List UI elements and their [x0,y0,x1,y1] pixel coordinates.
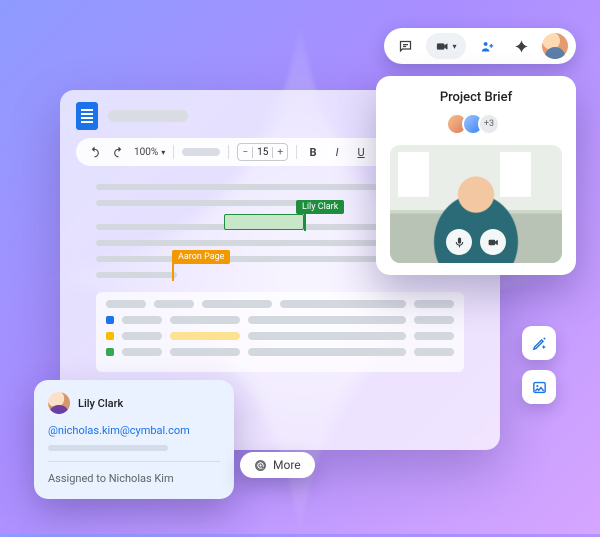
quick-actions-bar: ▾ [384,28,576,64]
participant-overflow-count[interactable]: +3 [478,113,500,135]
meet-card: Project Brief +3 [376,76,576,275]
share-people-icon[interactable] [474,33,500,59]
collab-cursor-lily [304,213,306,231]
mention-more-button[interactable]: More [240,452,315,478]
underline-button[interactable]: U [353,144,369,160]
redo-button[interactable] [110,144,126,160]
comment-card[interactable]: Lily Clark nicholas.kim@cymbal.com Assig… [34,380,234,499]
insert-image-side-button[interactable] [522,370,556,404]
collab-cursor-aaron [172,263,174,281]
comment-assignment: Assigned to Nicholas Kim [48,472,220,485]
profile-avatar[interactable] [542,33,568,59]
comment-mention[interactable]: nicholas.kim@cymbal.com [48,424,190,437]
ai-pen-button[interactable] [522,326,556,360]
meet-controls [446,229,506,255]
zoom-dropdown[interactable]: 100% [134,147,165,158]
comment-author-avatar [48,392,70,414]
collab-tag-lily: Lily Clark [296,200,344,214]
video-call-dropdown[interactable]: ▾ [426,33,466,59]
font-size-value[interactable]: 15 [252,147,273,158]
font-size-increase[interactable]: + [273,147,287,158]
mic-toggle[interactable] [446,229,472,255]
gemini-icon[interactable] [508,33,534,59]
embedded-table[interactable] [96,292,464,372]
undo-button[interactable] [86,144,102,160]
meet-title: Project Brief [390,90,562,105]
bold-button[interactable]: B [305,144,321,160]
meet-video-tile[interactable] [390,145,562,263]
meet-participants[interactable]: +3 [390,113,562,135]
comment-author-name: Lily Clark [78,397,123,410]
chat-icon[interactable] [392,33,418,59]
docs-app-icon [76,102,98,130]
side-insert-buttons [522,326,556,404]
doc-title-placeholder [108,110,188,122]
camera-toggle[interactable] [480,229,506,255]
italic-button[interactable]: I [329,144,345,160]
collab-tag-aaron: Aaron Page [172,250,230,264]
more-label: More [273,458,301,472]
font-size-stepper[interactable]: − 15 + [237,143,288,161]
font-family-dropdown[interactable] [182,148,220,156]
comment-body-placeholder [48,445,168,451]
selection-highlight [224,214,304,230]
font-size-decrease[interactable]: − [238,147,252,158]
